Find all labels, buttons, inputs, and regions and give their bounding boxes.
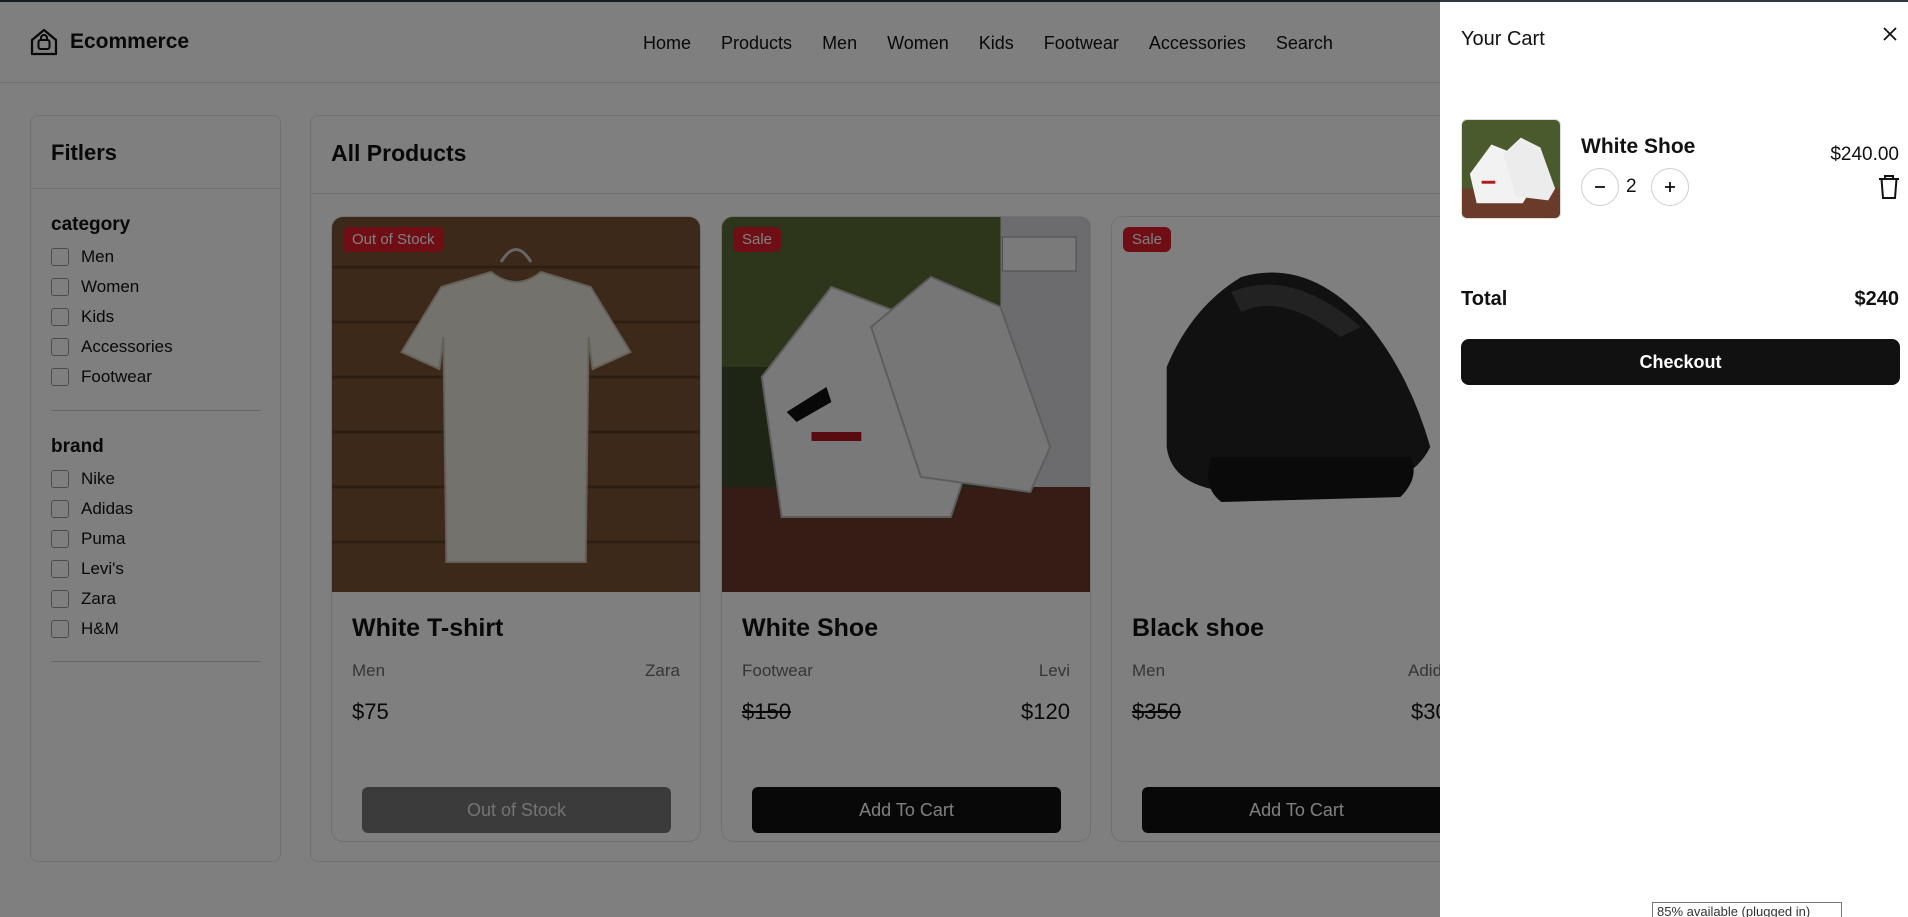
increase-quantity-button[interactable] [1651, 168, 1689, 206]
total-label: Total [1461, 288, 1508, 310]
cart-title: Your Cart [1461, 28, 1545, 50]
total-value: $240 [1854, 288, 1900, 310]
modal-overlay[interactable] [0, 0, 1440, 917]
close-icon[interactable] [1880, 24, 1900, 44]
plus-icon [1665, 182, 1675, 192]
decrease-quantity-button[interactable] [1581, 168, 1619, 206]
cart-item-name: White Shoe [1581, 135, 1696, 158]
battery-status-tooltip: 85% available (plugged in) [1652, 902, 1842, 917]
trash-icon[interactable] [1877, 174, 1901, 200]
cart-item-price: $240.00 [1830, 144, 1899, 165]
cart-drawer: Your Cart White Shoe 2 $240.00 Total $24… [1440, 0, 1908, 917]
quantity-value: 2 [1626, 176, 1637, 197]
minus-icon [1595, 186, 1605, 188]
cart-item-image [1461, 119, 1561, 219]
checkout-button[interactable]: Checkout [1461, 339, 1900, 385]
